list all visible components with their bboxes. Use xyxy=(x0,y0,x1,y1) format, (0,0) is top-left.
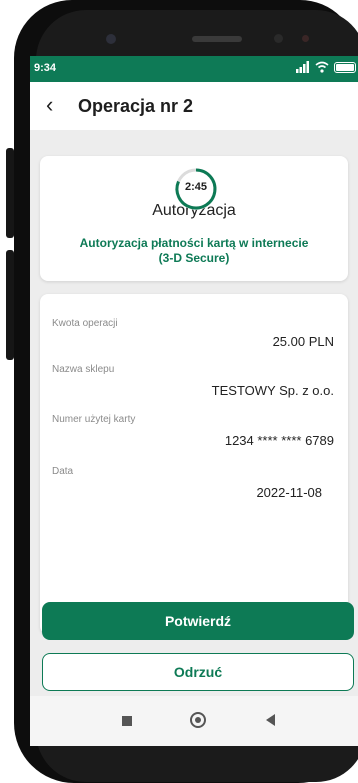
authorization-subtitle-line1: Autoryzacja płatności kartą w internecie xyxy=(79,236,309,250)
recent-apps-icon[interactable] xyxy=(122,716,132,726)
countdown-timer: 2:45 xyxy=(173,166,219,212)
android-nav-bar xyxy=(30,696,358,746)
light-sensor xyxy=(302,35,309,42)
wifi-icon xyxy=(315,61,329,73)
status-time: 9:34 xyxy=(34,62,57,74)
authorization-subtitle-line2: (3-D Secure) xyxy=(158,251,230,265)
chevron-left-icon[interactable]: ‹ xyxy=(46,94,53,116)
proximity-sensor xyxy=(274,34,283,43)
home-icon[interactable] xyxy=(190,712,206,728)
amount-label: Kwota operacji xyxy=(52,318,118,329)
operation-details-card: Kwota operacji 25.00 PLN Nazwa sklepu TE… xyxy=(40,294,348,634)
page-title: Operacja nr 2 xyxy=(78,96,194,116)
date-label: Data xyxy=(52,466,74,477)
shop-name-label: Nazwa sklepu xyxy=(52,364,115,375)
shop-name-value: TESTOWY Sp. z o.o. xyxy=(211,383,334,398)
app-header: ‹ Operacja nr 2 xyxy=(30,82,358,130)
signal-icon xyxy=(296,61,309,73)
volume-button xyxy=(6,148,14,238)
earpiece-speaker xyxy=(192,36,242,42)
front-camera xyxy=(106,34,116,44)
timer-value: 2:45 xyxy=(184,181,208,193)
date-value: 2022-11-08 xyxy=(256,485,322,500)
app-screen: 9:34 ‹ Operacja nr 2 Autoryzacja Autoryz… xyxy=(30,56,358,746)
reject-button[interactable]: Odrzuć xyxy=(42,653,354,691)
confirm-button[interactable]: Potwierdź xyxy=(42,602,354,640)
back-triangle-icon[interactable] xyxy=(266,714,275,726)
amount-value: 25.00 PLN xyxy=(272,334,334,349)
bixby-button xyxy=(6,250,14,360)
status-icons xyxy=(296,61,356,73)
status-bar: 9:34 xyxy=(30,56,358,82)
authorization-subtitle: Autoryzacja płatności kartą w internecie… xyxy=(50,236,338,266)
card-number-label: Numer użytej karty xyxy=(52,414,136,425)
battery-icon xyxy=(334,61,356,73)
card-number-value: 1234 **** **** 6789 xyxy=(224,433,334,448)
